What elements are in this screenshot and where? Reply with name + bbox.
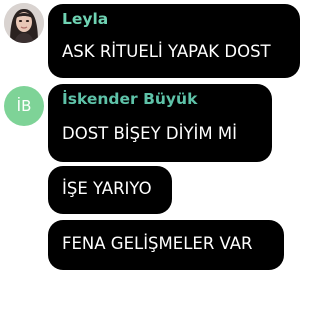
message-text: İŞE YARIYO [62, 179, 152, 198]
message-bubble[interactable]: İskender Büyük DOST BİŞEY DİYİM Mİ [48, 84, 272, 162]
message-text: FENA GELİŞMELER VAR [62, 234, 253, 253]
sender-name[interactable]: İskender Büyük [62, 90, 197, 108]
message-bubble[interactable]: FENA GELİŞMELER VAR [48, 220, 284, 270]
sender-name[interactable]: Leyla [62, 10, 108, 28]
message-text: DOST BİŞEY DİYİM Mİ [62, 124, 237, 143]
profile-photo-icon [4, 3, 44, 43]
avatar-initials: İB [16, 97, 32, 115]
avatar-leyla[interactable] [4, 3, 44, 43]
avatar-iskender[interactable]: İB [4, 86, 44, 126]
message-bubble[interactable]: İŞE YARIYO [48, 166, 172, 214]
message-text: ASK RİTUELİ YAPAK DOST [62, 42, 271, 61]
message-bubble[interactable]: Leyla ASK RİTUELİ YAPAK DOST [48, 4, 300, 78]
